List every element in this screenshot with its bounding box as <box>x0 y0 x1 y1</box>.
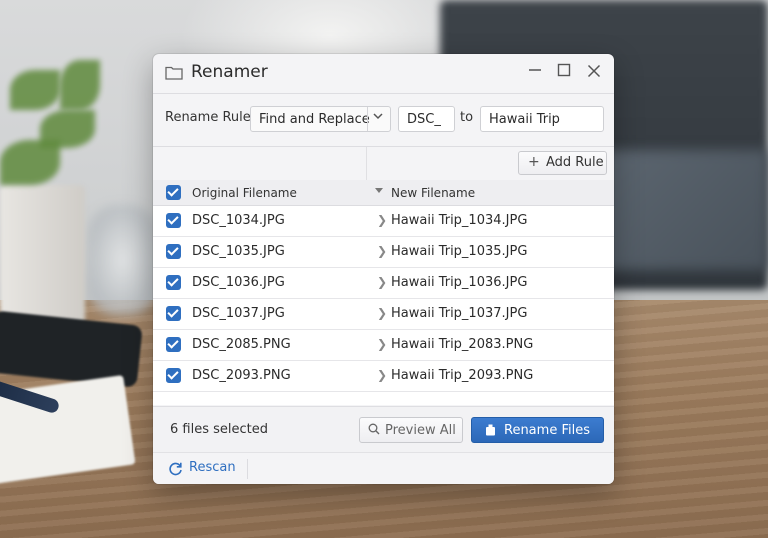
chevron-right-icon: ❯ <box>377 244 388 258</box>
original-filename: DSC_2093.PNG <box>192 368 291 383</box>
plant-leaf <box>10 70 60 110</box>
preview-all-button[interactable]: Preview All <box>359 417 463 443</box>
row-checkbox[interactable] <box>166 244 181 259</box>
header-new[interactable]: New Filename <box>391 186 475 200</box>
minimize-icon[interactable] <box>525 63 545 83</box>
plant-pot <box>0 185 85 325</box>
chevron-right-icon: ❯ <box>377 306 388 320</box>
rule-mode-value: Find and Replace <box>259 112 370 127</box>
rule-mode-select[interactable]: Find and Replace <box>250 106 391 132</box>
table-row[interactable]: DSC_2093.PNG ❯ Hawaii Trip_2093.PNG <box>153 361 614 392</box>
folder-icon <box>165 66 183 80</box>
refresh-icon <box>169 462 182 476</box>
close-icon[interactable] <box>584 63 604 83</box>
table-row[interactable]: DSC_1036.JPG ❯ Hawaii Trip_1036.JPG <box>153 268 614 299</box>
row-checkbox[interactable] <box>166 275 181 290</box>
chevron-right-icon: ❯ <box>377 213 388 227</box>
table-row[interactable]: DSC_1035.JPG ❯ Hawaii Trip_1035.JPG <box>153 237 614 268</box>
replace-value: Hawaii Trip <box>489 112 560 127</box>
select-divider <box>367 107 368 131</box>
add-rule-row: + Add Rule <box>153 147 614 180</box>
table-row[interactable]: DSC_2085.PNG ❯ Hawaii Trip_2083.PNG <box>153 330 614 361</box>
new-filename: Hawaii Trip_1037.JPG <box>391 306 528 321</box>
table-row[interactable]: DSC_1034.JPG ❯ Hawaii Trip_1034.JPG <box>153 206 614 237</box>
selected-count: 6 files selected <box>170 422 268 437</box>
new-filename: Hawaii Trip_2083.PNG <box>391 337 534 352</box>
rename-rule-label: Rename Rule: <box>165 110 256 125</box>
sort-down-icon[interactable] <box>375 188 383 193</box>
replace-input[interactable]: Hawaii Trip <box>480 106 604 132</box>
row-checkbox[interactable] <box>166 368 181 383</box>
row-checkbox[interactable] <box>166 337 181 352</box>
window-title: Renamer <box>191 62 268 82</box>
add-rule-label: Add Rule <box>546 155 604 170</box>
original-filename: DSC_1036.JPG <box>192 275 285 290</box>
chevron-right-icon: ❯ <box>377 275 388 289</box>
new-filename: Hawaii Trip_1036.JPG <box>391 275 528 290</box>
search-icon <box>368 423 380 435</box>
rename-files-label: Rename Files <box>504 423 590 438</box>
new-filename: Hawaii Trip_1034.JPG <box>391 213 528 228</box>
chevron-right-icon: ❯ <box>377 337 388 351</box>
action-footer: 6 files selected Preview All Rename File… <box>153 406 614 452</box>
bottom-bar: Rescan <box>153 452 614 484</box>
preview-all-label: Preview All <box>385 423 456 438</box>
add-rule-button[interactable]: + Add Rule <box>518 151 607 175</box>
row-checkbox[interactable] <box>166 213 181 228</box>
find-value: DSC_ <box>407 112 441 127</box>
select-all-checkbox[interactable] <box>166 185 181 200</box>
renamer-dialog: Renamer Rename Rule: Find and Replace DS… <box>153 54 614 484</box>
new-filename: Hawaii Trip_2093.PNG <box>391 368 534 383</box>
to-label: to <box>460 110 474 125</box>
plant-leaf <box>60 60 100 110</box>
file-table: Original Filename New Filename DSC_1034.… <box>153 180 614 405</box>
rename-files-button[interactable]: Rename Files <box>471 417 604 443</box>
maximize-icon[interactable] <box>554 63 574 83</box>
glass <box>88 205 158 315</box>
rule-row: Rename Rule: Find and Replace DSC_ to Ha… <box>153 94 614 146</box>
vertical-divider <box>247 459 248 479</box>
find-input[interactable]: DSC_ <box>398 106 455 132</box>
title-bar: Renamer <box>153 54 614 92</box>
original-filename: DSC_1037.JPG <box>192 306 285 321</box>
table-row[interactable]: DSC_1037.JPG ❯ Hawaii Trip_1037.JPG <box>153 299 614 330</box>
monitor-screen <box>600 150 768 270</box>
rescan-label: Rescan <box>189 460 236 475</box>
row-checkbox[interactable] <box>166 306 181 321</box>
original-filename: DSC_1035.JPG <box>192 244 285 259</box>
table-header: Original Filename New Filename <box>153 180 614 206</box>
plant-leaf <box>0 140 60 185</box>
header-original[interactable]: Original Filename <box>192 186 297 200</box>
chevron-down-icon[interactable] <box>371 110 385 124</box>
original-filename: DSC_2085.PNG <box>192 337 291 352</box>
original-filename: DSC_1034.JPG <box>192 213 285 228</box>
new-filename: Hawaii Trip_1035.JPG <box>391 244 528 259</box>
rename-icon <box>486 424 495 436</box>
chevron-right-icon: ❯ <box>377 368 388 382</box>
plus-icon: + <box>528 154 540 170</box>
